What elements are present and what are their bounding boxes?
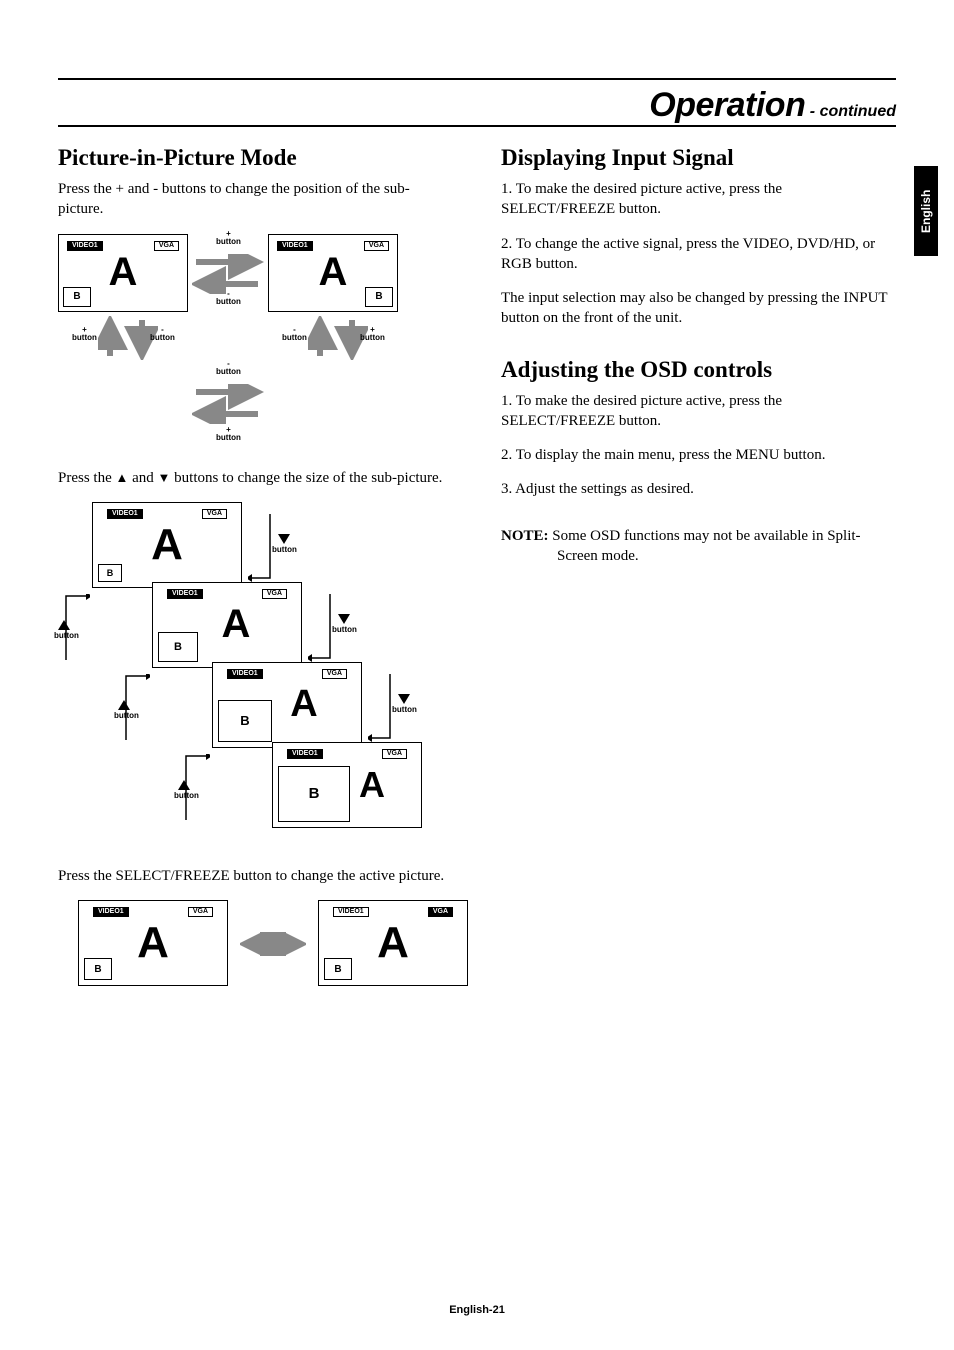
heading-osd: Adjusting the OSD controls [501,357,896,383]
text-o2: 2. To display the main menu, press the M… [501,445,896,465]
right-column: Displaying Input Signal 1. To make the d… [501,145,896,1024]
sub-b: B [84,958,112,980]
heading-pip: Picture-in-Picture Mode [58,145,453,171]
text-d3: The input selection may also be changed … [501,288,896,329]
note: NOTE: Some OSD functions may not be avai… [501,526,896,567]
triangle-down-icon: ▼ [158,470,171,485]
tag-video1: VIDEO1 [67,241,103,251]
text-d2: 2. To change the active signal, press th… [501,234,896,275]
arrow-corner-icon [64,594,90,664]
text-updown: Press the ▲ and ▼ buttons to change the … [58,468,453,488]
sub-b: B [278,766,350,822]
text-plusminus: Press the + and - buttons to change the … [58,179,453,220]
diagram-pip-position: A B VIDEO1 VGA A B VIDEO1 VGA A B VIDEO1 [58,234,398,444]
left-column: Picture-in-Picture Mode Press the + and … [58,145,453,1024]
diagram-pip-size: A B VIDEO1 VGA A B VIDEO1 VGA A B VIDEO1 [58,502,438,842]
tag-video1: VIDEO1 [167,589,203,599]
page-number: English-21 [0,1304,954,1316]
triangle-down-icon [398,694,410,704]
arrow-right-icon [192,384,264,424]
screen-letter-a: A [290,683,317,726]
arrow-swap-icon [240,932,306,956]
tag-vga: VGA [202,509,227,519]
tag-vga: VGA [154,241,179,251]
sub-b: B [63,287,91,307]
text-o3: 3. Adjust the settings as desired. [501,479,896,499]
tag-video1: VIDEO1 [287,749,323,759]
text-d1: 1. To make the desired picture active, p… [501,179,896,220]
tag-video1: VIDEO1 [227,669,263,679]
label-button: button [332,626,357,635]
header-rule [58,78,896,80]
screen-letter-a: A [222,602,251,647]
tag-vga: VGA [262,589,287,599]
text-selectfreeze: Press the SELECT/FREEZE button to change… [58,866,453,886]
screen-letter-a: A [137,918,169,968]
label-minus-button: - button [282,326,307,344]
label-minus-button: - button [150,326,175,344]
tag-video1: VIDEO1 [333,907,369,917]
label-button: button [392,706,417,715]
header-rule-bottom [58,125,896,127]
label-plus-button: + button [216,426,241,444]
triangle-up-icon: ▲ [116,470,129,485]
tag-video1: VIDEO1 [93,907,129,917]
label-minus-button: - button [216,360,241,378]
tag-video1: VIDEO1 [107,509,143,519]
text-fragment: buttons to change the size of the sub-pi… [170,470,442,486]
language-tab: English [914,166,938,256]
page-title: Operation [649,86,805,124]
tag-vga: VGA [188,907,213,917]
sub-b: B [98,564,122,582]
arrow-down-icon [98,316,158,360]
sub-b: B [324,958,352,980]
arrow-corner-icon [184,754,210,824]
screen-letter-a: A [359,764,385,806]
heading-display-input: Displaying Input Signal [501,145,896,171]
label-button: button [272,546,297,555]
sub-b: B [365,287,393,307]
label-plus-button: + button [72,326,97,344]
text-fragment: and [128,470,157,486]
text-fragment: Press the [58,470,116,486]
diagram-pip-swap: A B VIDEO1 VGA A B VIDEO1 VGA [58,900,478,1000]
screen-letter-a: A [377,918,409,968]
tag-vga: VGA [382,749,407,759]
text-o1: 1. To make the desired picture active, p… [501,391,896,432]
note-label: NOTE: [501,528,552,544]
label-plus-button: + button [216,230,241,248]
label-minus-button: - button [216,290,241,308]
sub-b: B [158,632,198,662]
triangle-down-icon [278,534,290,544]
tag-vga: VGA [322,669,347,679]
screen-letter-a: A [109,250,138,295]
label-plus-button: + button [360,326,385,344]
arrow-right-icon [192,254,264,294]
page-header: Operation - continued [58,86,896,125]
tag-vga: VGA [428,907,453,917]
tag-vga: VGA [364,241,389,251]
sub-b: B [218,700,272,742]
note-text: Some OSD functions may not be available … [552,528,860,564]
arrow-corner-icon [248,512,274,582]
arrow-down-icon [308,316,368,360]
arrow-corner-icon [308,592,334,662]
arrow-corner-icon [368,672,394,742]
tag-video1: VIDEO1 [277,241,313,251]
page-title-continued: - continued [805,103,896,120]
screen-letter-a: A [151,520,183,570]
triangle-down-icon [338,614,350,624]
arrow-corner-icon [124,674,150,744]
screen-letter-a: A [319,250,348,295]
